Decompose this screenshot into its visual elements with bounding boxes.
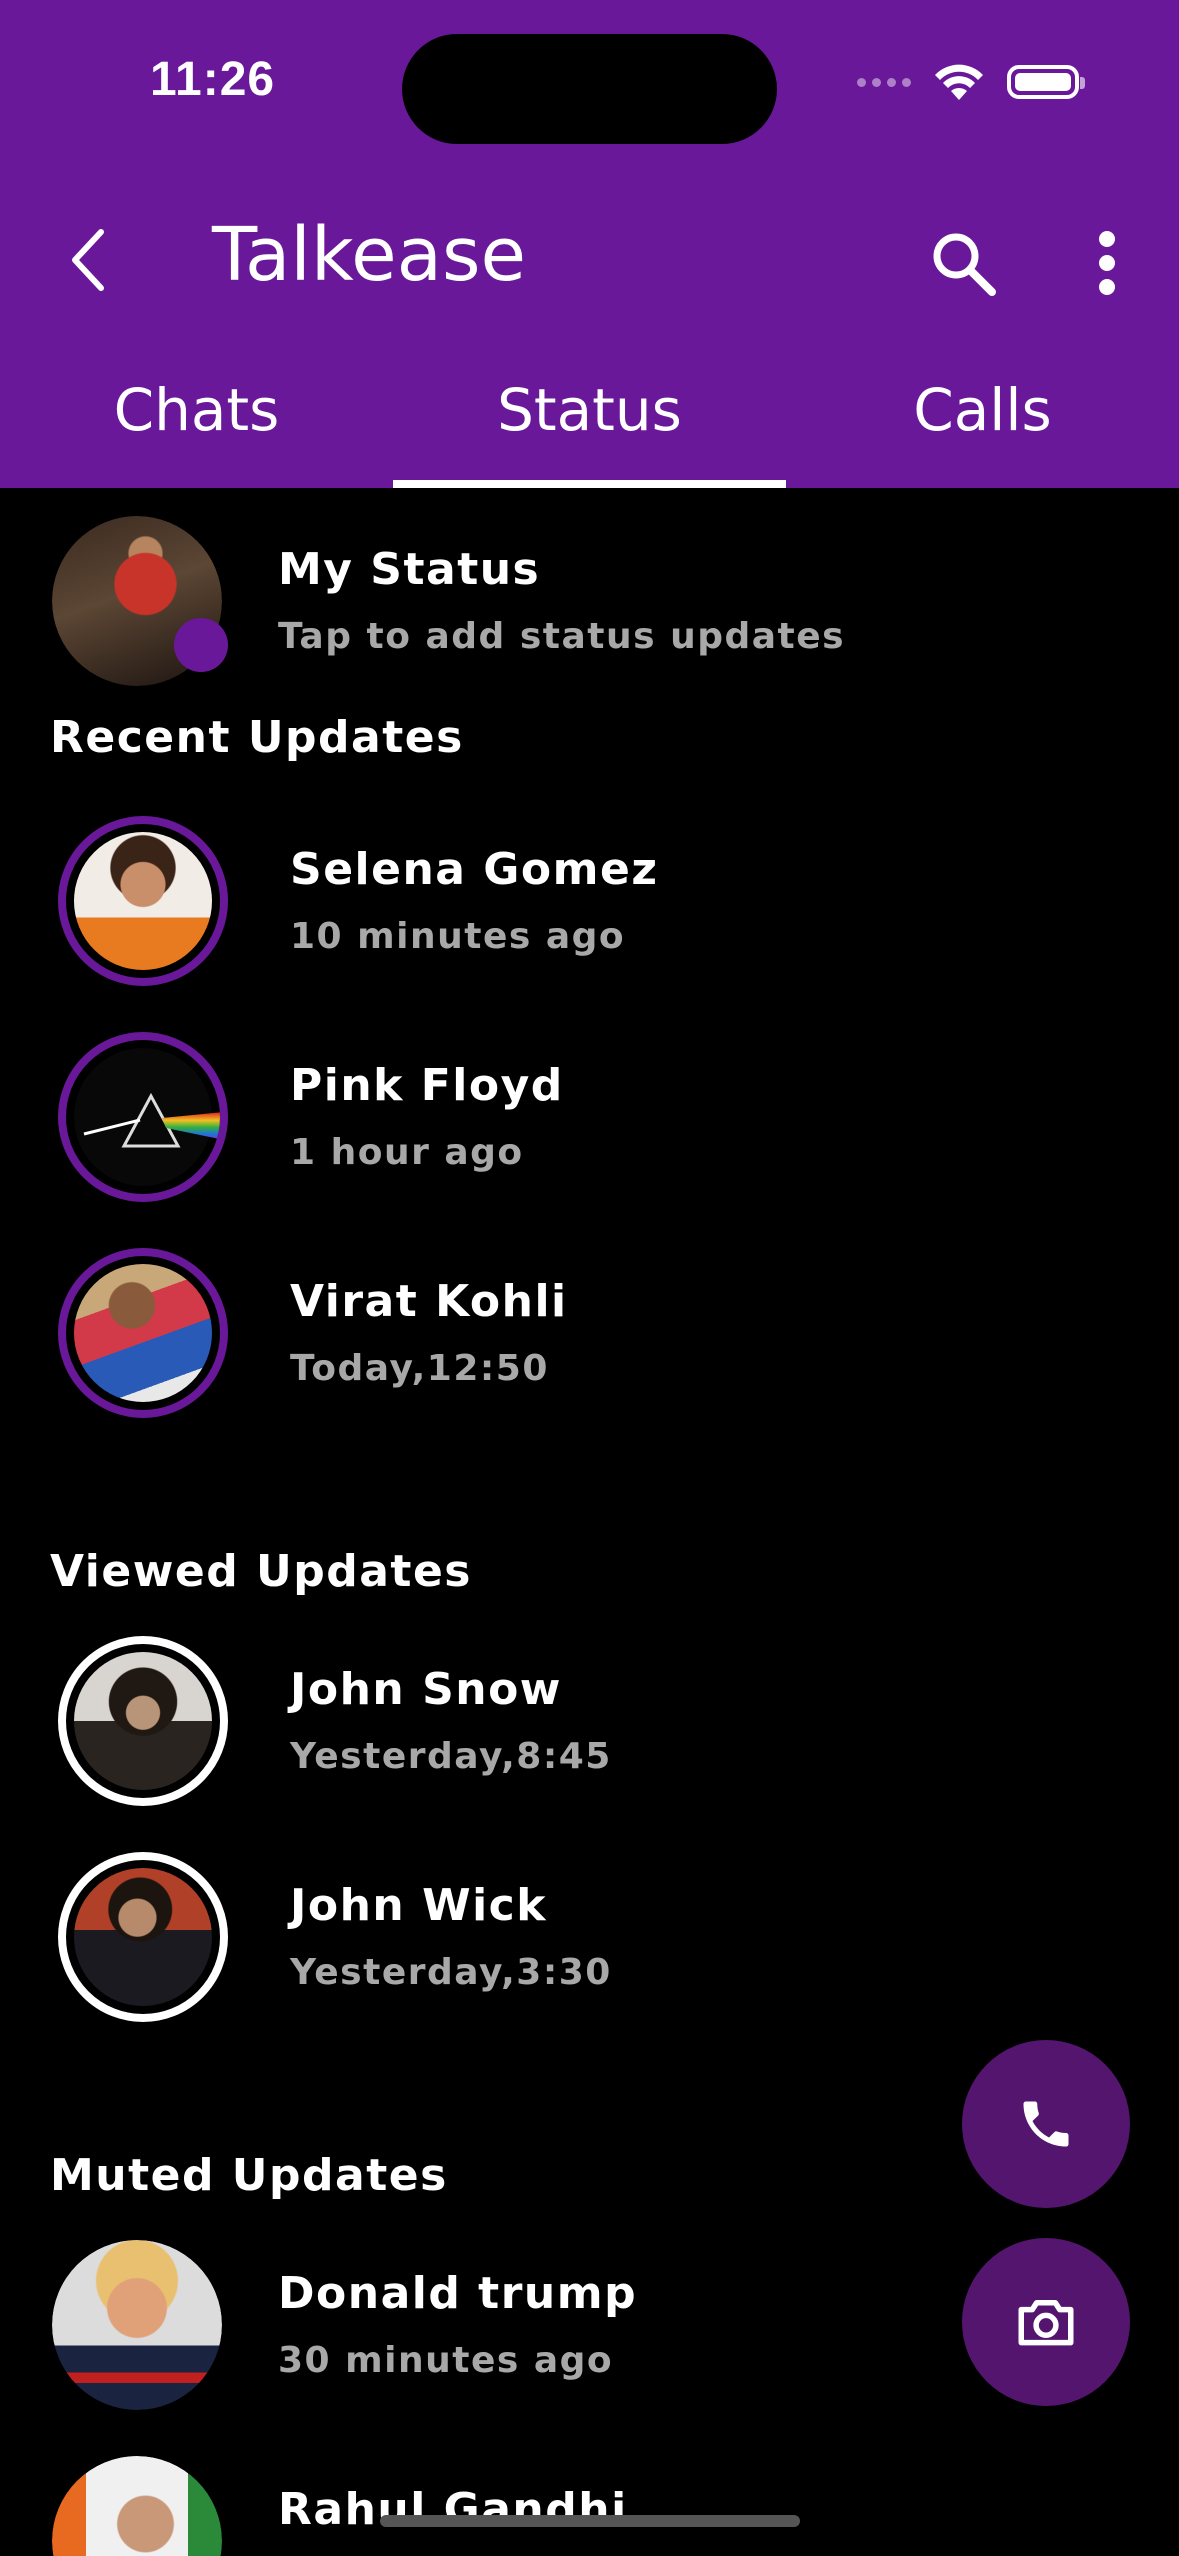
recent-updates-heading: Recent Updates xyxy=(50,712,464,763)
status-avatar xyxy=(58,1852,228,2022)
status-name: Donald trump xyxy=(278,2268,638,2319)
wifi-icon xyxy=(935,64,983,100)
status-avatar xyxy=(58,1032,228,1202)
my-status-subtitle: Tap to add status updates xyxy=(278,616,846,657)
status-name: Rahul Gandhi xyxy=(278,2484,628,2535)
status-avatar xyxy=(58,816,228,986)
status-name: Virat Kohli xyxy=(290,1276,568,1327)
cellular-signal-icon xyxy=(857,77,911,87)
search-icon xyxy=(933,233,996,296)
status-time: 1 hour ago xyxy=(290,1132,524,1173)
status-item[interactable]: Rahul Gandhi xyxy=(0,2450,1179,2556)
tab-calls[interactable]: Calls xyxy=(786,370,1179,488)
viewed-updates-heading: Viewed Updates xyxy=(50,1546,472,1597)
camera-icon xyxy=(1018,2300,1074,2346)
status-name: John Snow xyxy=(290,1664,562,1715)
back-button[interactable] xyxy=(52,220,122,300)
more-vert-icon xyxy=(1099,231,1115,295)
phone-icon xyxy=(1023,2101,1069,2147)
status-item[interactable]: Pink Floyd 1 hour ago xyxy=(0,1026,1179,1206)
status-time: 30 minutes ago xyxy=(278,2340,614,2381)
status-avatar xyxy=(52,2456,222,2556)
search-button[interactable] xyxy=(918,218,1008,308)
status-name: Selena Gomez xyxy=(290,844,659,895)
system-icons xyxy=(857,62,1085,102)
status-avatar xyxy=(58,1636,228,1806)
status-name: Pink Floyd xyxy=(290,1060,564,1111)
tab-status[interactable]: Status xyxy=(393,370,786,488)
status-avatar xyxy=(52,2240,222,2410)
home-indicator xyxy=(380,2515,800,2527)
status-time: 10 minutes ago xyxy=(290,916,626,957)
back-arrow-icon xyxy=(72,229,104,291)
tab-chats[interactable]: Chats xyxy=(0,370,393,488)
my-status-name: My Status xyxy=(278,544,541,595)
status-avatar xyxy=(58,1248,228,1418)
call-fab[interactable] xyxy=(962,2040,1130,2208)
add-status-badge[interactable] xyxy=(174,618,228,672)
my-status-row[interactable]: My Status Tap to add status updates xyxy=(0,510,1179,690)
status-item[interactable]: John Snow Yesterday,8:45 xyxy=(0,1630,1179,1810)
muted-updates-heading: Muted Updates xyxy=(50,2150,448,2201)
battery-icon xyxy=(1007,65,1085,99)
app-bar: 11:26 Talkease Chats Status Calls xyxy=(0,0,1179,488)
status-bar-time: 11:26 xyxy=(150,53,276,106)
more-options-button[interactable] xyxy=(1082,218,1132,308)
status-item[interactable]: John Wick Yesterday,3:30 xyxy=(0,1846,1179,2026)
app-title: Talkease xyxy=(212,212,527,298)
tab-bar: Chats Status Calls xyxy=(0,370,1179,488)
prism-image xyxy=(83,1092,220,1148)
status-item[interactable]: Selena Gomez 10 minutes ago xyxy=(0,810,1179,990)
status-item[interactable]: Virat Kohli Today,12:50 xyxy=(0,1242,1179,1422)
dynamic-island xyxy=(402,34,777,144)
camera-fab[interactable] xyxy=(962,2238,1130,2406)
status-name: John Wick xyxy=(290,1880,548,1931)
status-time: Today,12:50 xyxy=(290,1348,549,1389)
status-time: Yesterday,3:30 xyxy=(290,1952,612,1993)
status-time: Yesterday,8:45 xyxy=(290,1736,612,1777)
